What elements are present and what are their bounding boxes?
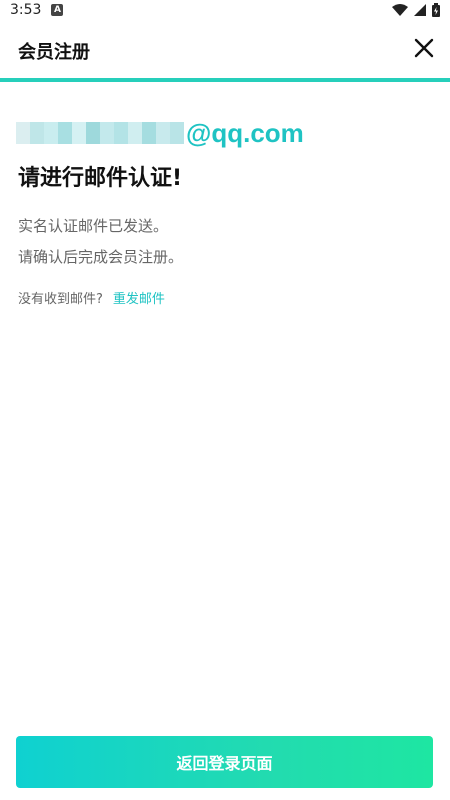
status-bar: 3:53 A — [0, 0, 450, 20]
resend-email-link[interactable]: 重发邮件 — [113, 292, 165, 307]
close-icon — [414, 38, 434, 58]
back-to-login-button[interactable]: 返回登录页面 — [16, 736, 433, 788]
resend-prompt: 没有收到邮件? — [18, 292, 103, 307]
email-address: @qq.com — [16, 116, 304, 150]
wifi-icon — [392, 4, 408, 16]
a-box-icon: A — [51, 4, 64, 16]
signal-icon — [414, 4, 426, 16]
email-domain: @qq.com — [186, 117, 304, 148]
email-local-part-mask — [16, 122, 184, 144]
resend-row: 没有收到邮件? 重发邮件 — [18, 288, 165, 307]
message-confirm: 请确认后完成会员注册。 — [18, 248, 184, 266]
status-time: 3:53 — [10, 2, 42, 18]
page-title: 会员注册 — [18, 42, 90, 63]
close-button[interactable] — [412, 36, 436, 60]
header: 会员注册 — [0, 20, 450, 82]
message-sent: 实名认证邮件已发送。 — [18, 217, 169, 235]
battery-icon — [432, 3, 440, 17]
verification-heading: 请进行邮件认证! — [18, 166, 183, 191]
